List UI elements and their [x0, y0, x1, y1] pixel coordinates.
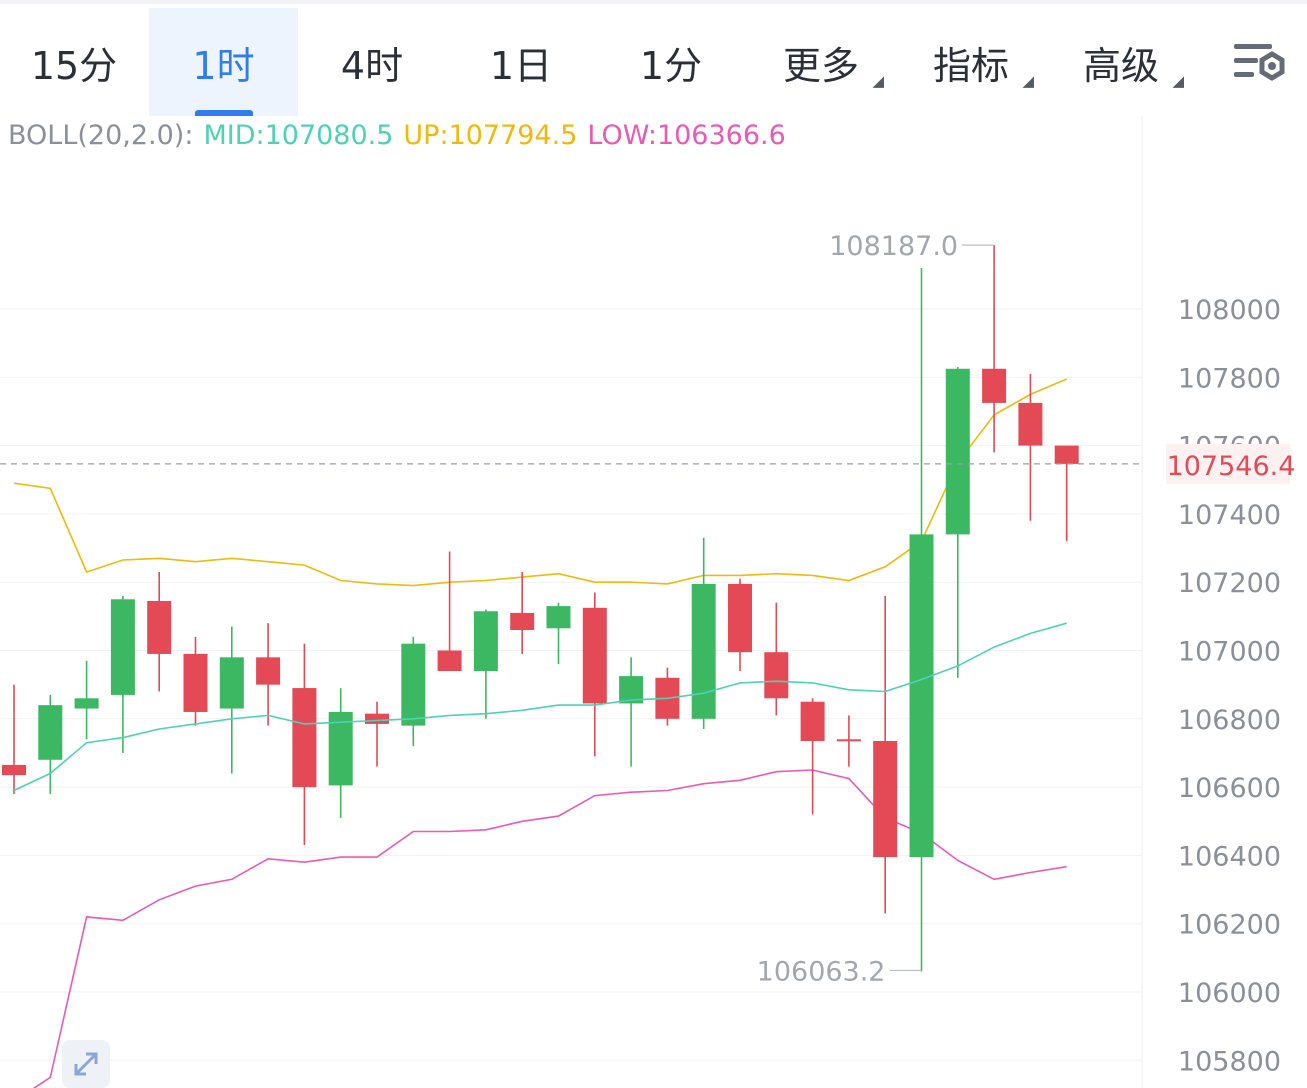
candle [147, 571, 172, 692]
tab-more[interactable]: 更多 ◢ [746, 8, 896, 116]
candle-body [437, 650, 462, 671]
candle-body [110, 599, 135, 695]
candle-body [873, 740, 898, 858]
tab-advanced[interactable]: 高级 ◢ [1046, 8, 1196, 116]
y-tick-label: 107400 [1178, 500, 1281, 531]
candle-body [800, 701, 825, 741]
candle [74, 660, 99, 740]
candle-body [365, 713, 389, 724]
candle-body [764, 652, 789, 699]
candle-body [1054, 445, 1079, 464]
dropdown-triangle-icon: ◢ [872, 72, 884, 90]
high-marker-label: 108187.0 [829, 231, 958, 262]
low-marker-label: 106063.2 [757, 956, 886, 987]
candle [437, 551, 462, 671]
candle [365, 701, 389, 767]
candle [256, 623, 281, 726]
dropdown-triangle-icon: ◢ [1022, 72, 1034, 90]
candle [873, 595, 898, 914]
boll-low-line [32, 769, 1067, 1088]
candle-body [510, 612, 535, 631]
candle [909, 268, 934, 972]
candle [219, 626, 244, 774]
tab-indicators[interactable]: 指标 ◢ [896, 8, 1046, 116]
candle-body [256, 657, 281, 685]
boll-up-line [13, 378, 1068, 587]
candle-body [909, 534, 934, 858]
candle-body [147, 600, 172, 654]
candle [1054, 445, 1079, 542]
y-tick-label: 106600 [1178, 773, 1281, 804]
candle [619, 657, 644, 767]
candlestick-chart[interactable]: 1080001078001076001074001072001070001068… [0, 116, 1307, 1088]
candle-body [473, 611, 498, 671]
candle [2, 684, 26, 794]
y-tick-label: 106200 [1178, 910, 1281, 941]
candle-body [945, 368, 970, 535]
candle-body [74, 698, 99, 709]
expand-icon[interactable] [62, 1040, 110, 1088]
candle [510, 571, 535, 654]
top-divider [0, 0, 1307, 4]
candle [1018, 373, 1043, 521]
y-tick-label: 107000 [1178, 637, 1281, 668]
candle-body [38, 705, 63, 760]
candle [110, 595, 135, 753]
tab-4hour[interactable]: 4时 [298, 8, 446, 116]
candle [582, 592, 607, 757]
chart-settings-icon[interactable] [1230, 38, 1288, 88]
y-tick-label: 108000 [1178, 295, 1281, 326]
candle-body [183, 653, 208, 712]
candle-body [1018, 402, 1043, 446]
candle-body [2, 764, 26, 776]
candle-body [582, 607, 607, 704]
y-tick-label: 105800 [1178, 1046, 1281, 1077]
candle [982, 245, 1007, 453]
candle [401, 636, 426, 747]
y-tick-label: 107200 [1178, 568, 1281, 599]
y-tick-label: 106800 [1178, 705, 1281, 736]
dropdown-triangle-icon: ◢ [1172, 72, 1184, 90]
candle-body [292, 688, 317, 788]
candle [800, 698, 825, 815]
interval-tab-bar: 15分 1时 4时 1日 1分 更多 ◢ 指标 ◢ 高级 ◢ [0, 8, 1307, 116]
tab-1min[interactable]: 1分 [596, 8, 746, 116]
candle-body [219, 657, 244, 709]
candle [764, 602, 789, 716]
current-price-label: 107546.4 [1167, 451, 1296, 482]
candle [473, 609, 498, 719]
candle [292, 643, 317, 846]
candle [328, 688, 353, 818]
tab-1hour[interactable]: 1时 [149, 8, 298, 116]
candle-body [982, 368, 1007, 403]
boll-mid-line [13, 622, 1067, 792]
y-tick-label: 106400 [1178, 841, 1281, 872]
candle [691, 537, 716, 730]
candle-body [401, 643, 426, 726]
candle-body [728, 583, 752, 653]
tab-1day[interactable]: 1日 [446, 8, 596, 116]
candle-body [691, 583, 716, 719]
candle [38, 694, 63, 794]
candle [728, 578, 752, 671]
candle [836, 715, 861, 767]
tab-15min[interactable]: 15分 [0, 8, 148, 116]
candle [945, 367, 970, 678]
candle-body [546, 606, 571, 629]
candle [546, 602, 571, 665]
candle-body [836, 739, 861, 742]
y-tick-label: 106000 [1178, 978, 1281, 1009]
y-tick-label: 107800 [1178, 363, 1281, 394]
